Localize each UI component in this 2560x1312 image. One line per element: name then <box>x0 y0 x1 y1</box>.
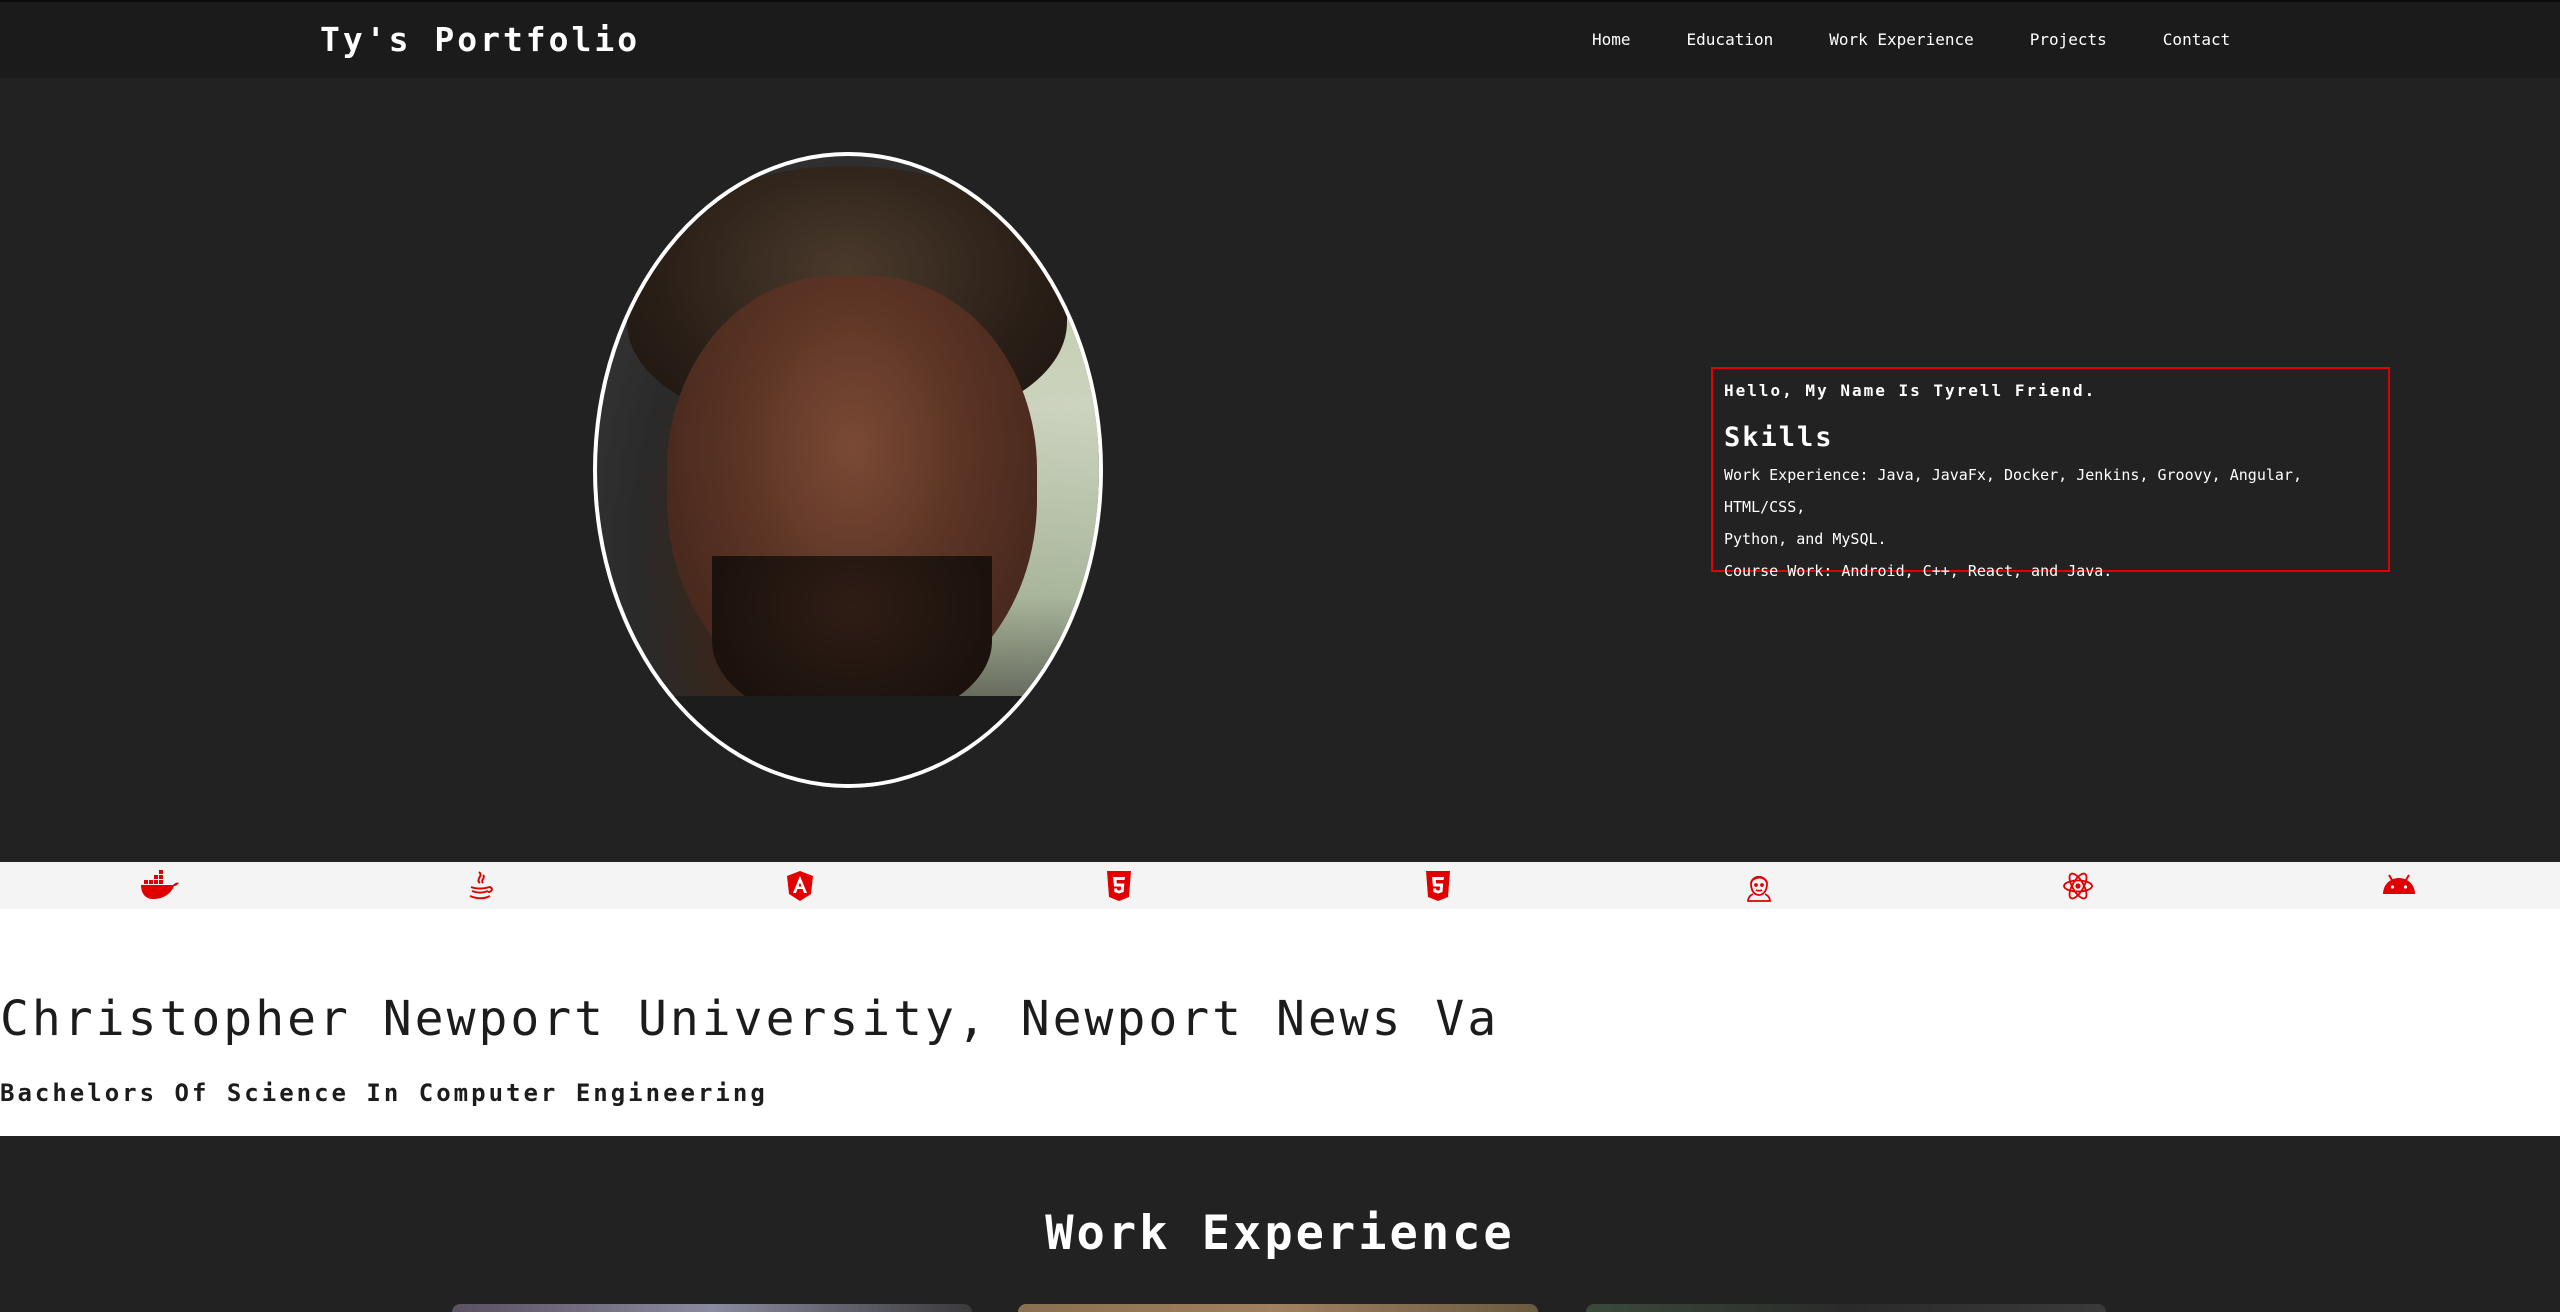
html5-icon[interactable] <box>1099 870 1139 902</box>
greeting-text: Hello, My Name Is Tyrell Friend. <box>1724 381 2097 400</box>
work-card[interactable] <box>1018 1304 1538 1312</box>
work-card[interactable] <box>1586 1304 2106 1312</box>
degree-name: Bachelors Of Science In Computer Enginee… <box>0 1079 768 1107</box>
work-experience-skills: Work Experience: Java, JavaFx, Docker, J… <box>1724 466 2302 516</box>
angular-icon[interactable] <box>780 870 820 902</box>
hero-section: Hello, My Name Is Tyrell Friend. Skills … <box>0 78 2560 862</box>
skills-heading: Skills <box>1724 422 1834 453</box>
react-icon[interactable] <box>2058 870 2098 902</box>
css3-icon[interactable] <box>1418 870 1458 902</box>
tech-icon-strip <box>0 862 2560 909</box>
docker-icon[interactable] <box>139 870 179 902</box>
nav-link-work-experience[interactable]: Work Experience <box>1829 30 1974 49</box>
profile-photo <box>593 152 1103 788</box>
photo-shirt <box>597 696 1099 784</box>
work-experience-heading: Work Experience <box>1045 1206 1515 1261</box>
navbar: Ty's Portfolio Home Education Work Exper… <box>0 0 2560 78</box>
education-section: Christopher Newport University, Newport … <box>0 909 2560 1136</box>
work-card[interactable] <box>452 1304 972 1312</box>
java-icon[interactable] <box>460 870 500 902</box>
work-experience-section: Work Experience <box>0 1136 2560 1312</box>
nav-link-contact[interactable]: Contact <box>2163 30 2230 49</box>
course-work-skills: Course Work: Android, C++, React, and Ja… <box>1724 562 2113 580</box>
jenkins-icon[interactable] <box>1739 870 1779 902</box>
intro-card: Hello, My Name Is Tyrell Friend. Skills … <box>1711 367 2390 580</box>
work-experience-skills-cont: Python, and MySQL. <box>1724 530 1887 548</box>
nav-links: Home Education Work Experience Projects … <box>1592 30 2286 49</box>
android-icon[interactable] <box>2379 870 2419 902</box>
nav-link-projects[interactable]: Projects <box>2030 30 2107 49</box>
nav-link-education[interactable]: Education <box>1687 30 1774 49</box>
school-name: Christopher Newport University, Newport … <box>0 991 1500 1047</box>
nav-link-home[interactable]: Home <box>1592 30 1631 49</box>
brand-title[interactable]: Ty's Portfolio <box>320 20 640 59</box>
